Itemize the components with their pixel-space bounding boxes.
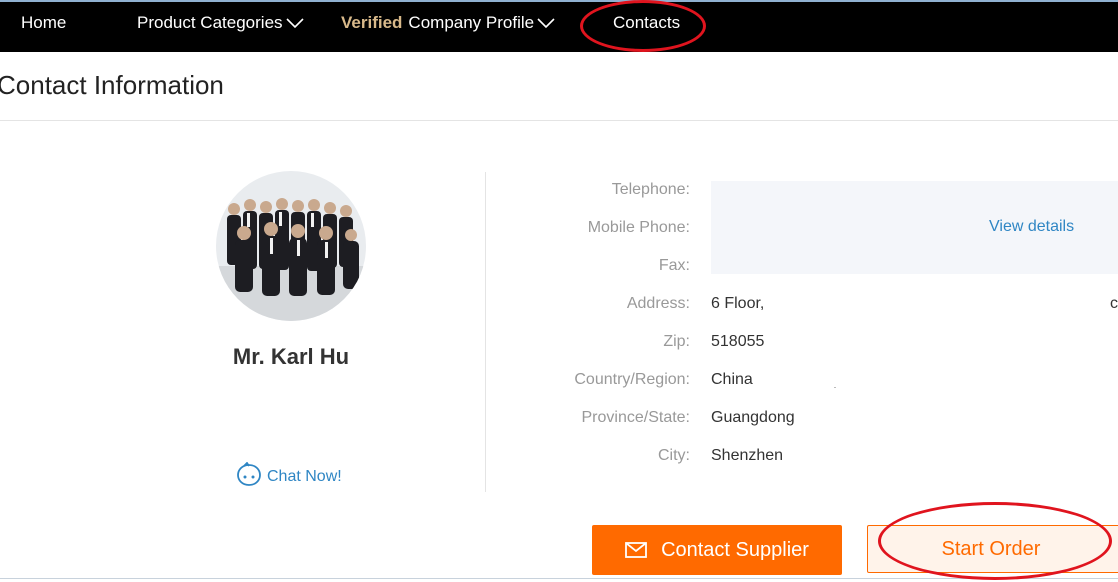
nav-product-categories-label: Product Categories xyxy=(137,13,283,32)
address-value: 6 Floor, xyxy=(711,295,765,312)
top-navigation-bar: Home Product Categories Verified Company … xyxy=(0,0,1118,52)
city-label: City: xyxy=(658,447,690,464)
chat-bubble-icon xyxy=(237,461,261,486)
group-photo-image xyxy=(216,171,366,321)
bottom-divider xyxy=(0,578,1118,579)
address-value-overflow: c xyxy=(1110,295,1118,312)
contact-supplier-button[interactable]: Contact Supplier xyxy=(592,525,842,575)
page-title: Contact Information xyxy=(0,70,224,100)
chevron-down-icon xyxy=(285,18,304,29)
vertical-divider xyxy=(485,172,486,492)
top-accent-line xyxy=(0,0,1118,2)
telephone-label: Telephone: xyxy=(611,181,690,198)
view-details-link[interactable]: View details xyxy=(989,218,1074,236)
start-order-label: Start Order xyxy=(941,537,1041,560)
country-region-value: China xyxy=(711,371,753,388)
nav-contacts[interactable]: Contacts xyxy=(613,13,680,33)
envelope-icon xyxy=(625,542,647,558)
title-divider xyxy=(0,120,1118,121)
address-label: Address: xyxy=(626,295,690,312)
zip-label: Zip: xyxy=(663,333,690,350)
verified-badge: Verified xyxy=(341,13,403,32)
city-value: Shenzhen xyxy=(711,447,784,464)
contact-person-name: Mr. Karl Hu xyxy=(232,344,350,369)
province-state-label: Province/State: xyxy=(581,409,691,426)
start-order-button[interactable]: Start Order xyxy=(867,525,1118,573)
nav-product-categories[interactable]: Product Categories xyxy=(137,13,304,33)
stray-mark xyxy=(834,387,836,388)
avatar xyxy=(216,171,366,321)
province-state-value: Guangdong xyxy=(711,409,795,426)
chat-now-label: Chat Now! xyxy=(267,468,342,485)
mobile-phone-label: Mobile Phone: xyxy=(587,219,690,236)
nav-home[interactable]: Home xyxy=(21,13,66,33)
chevron-down-icon xyxy=(537,18,555,29)
zip-value: 518055 xyxy=(711,333,765,350)
country-region-label: Country/Region: xyxy=(574,371,690,388)
chat-now-link[interactable]: Chat Now! xyxy=(235,461,342,488)
contact-supplier-label: Contact Supplier xyxy=(661,538,809,561)
nav-company-profile[interactable]: Verified Company Profile xyxy=(341,13,555,33)
nav-company-profile-label: Company Profile xyxy=(408,13,535,32)
fax-label: Fax: xyxy=(658,257,690,274)
